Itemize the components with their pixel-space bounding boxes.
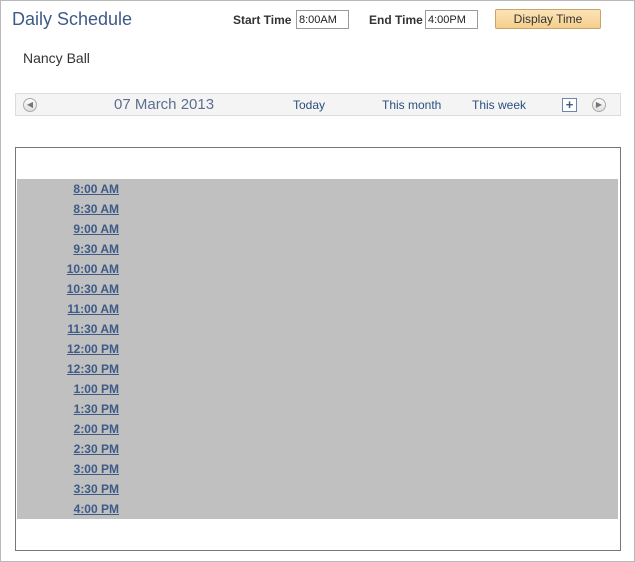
time-slot-link[interactable]: 8:30 AM xyxy=(73,202,119,216)
time-slot-row: 1:30 PM xyxy=(17,399,119,419)
time-slot-row: 9:00 AM xyxy=(17,219,119,239)
page-frame: Daily Schedule Start Time End Time Displ… xyxy=(0,0,635,562)
start-time-label: Start Time xyxy=(233,13,292,27)
time-slot-row: 10:30 AM xyxy=(17,279,119,299)
time-slot-link[interactable]: 2:30 PM xyxy=(74,442,119,456)
time-slot-link[interactable]: 4:00 PM xyxy=(74,502,119,516)
time-slot-row: 12:00 PM xyxy=(17,339,119,359)
today-link[interactable]: Today xyxy=(293,98,325,112)
time-slot-link[interactable]: 9:00 AM xyxy=(73,222,119,236)
time-slot-link[interactable]: 11:00 AM xyxy=(67,302,119,316)
time-slot-row: 2:30 PM xyxy=(17,439,119,459)
display-time-button[interactable]: Display Time xyxy=(495,9,601,29)
end-time-label: End Time xyxy=(369,13,423,27)
time-slot-link[interactable]: 9:30 AM xyxy=(73,242,119,256)
time-slot-link[interactable]: 3:30 PM xyxy=(74,482,119,496)
this-week-link[interactable]: This week xyxy=(472,98,526,112)
time-slot-row: 11:30 AM xyxy=(17,319,119,339)
time-slot-row: 11:00 AM xyxy=(17,299,119,319)
time-slot-row: 3:30 PM xyxy=(17,479,119,499)
time-slot-link[interactable]: 12:00 PM xyxy=(67,342,119,356)
time-slot-row: 8:30 AM xyxy=(17,199,119,219)
time-slot-row: 9:30 AM xyxy=(17,239,119,259)
schedule-timeslots: 8:00 AM 8:30 AM 9:00 AM 9:30 AM 10:00 AM 10:3… xyxy=(17,179,618,519)
current-date: 07 March 2013 xyxy=(114,96,215,113)
time-slot-link[interactable]: 10:00 AM xyxy=(67,262,119,276)
time-slot-row: 8:00 AM xyxy=(17,179,119,199)
chevron-left-icon[interactable]: ◀ xyxy=(23,98,37,112)
time-slot-link[interactable]: 1:00 PM xyxy=(74,382,119,396)
time-slot-row: 10:00 AM xyxy=(17,259,119,279)
time-slot-link[interactable]: 3:00 PM xyxy=(74,462,119,476)
time-slot-row: 3:00 PM xyxy=(17,459,119,479)
person-name: Nancy Ball xyxy=(23,50,90,66)
time-slot-row: 2:00 PM xyxy=(17,419,119,439)
time-slot-link[interactable]: 11:30 AM xyxy=(67,322,119,336)
time-slot-link[interactable]: 1:30 PM xyxy=(74,402,119,416)
page-title: Daily Schedule xyxy=(12,9,133,29)
date-navigation-bar: ◀ 07 March 2013 Today This month This we… xyxy=(15,93,621,116)
time-slot-row: 1:00 PM xyxy=(17,379,119,399)
time-slot-row: 4:00 PM xyxy=(17,499,119,519)
time-slot-row: 12:30 PM xyxy=(17,359,119,379)
chevron-right-icon[interactable]: ▶ xyxy=(592,98,606,112)
this-month-link[interactable]: This month xyxy=(382,98,441,112)
end-time-input[interactable] xyxy=(425,10,478,29)
time-slot-link[interactable]: 12:30 PM xyxy=(67,362,119,376)
time-slot-link[interactable]: 2:00 PM xyxy=(74,422,119,436)
time-slot-link[interactable]: 8:00 AM xyxy=(73,182,119,196)
schedule-box: 8:00 AM 8:30 AM 9:00 AM 9:30 AM 10:00 AM 10:3… xyxy=(15,147,621,551)
start-time-input[interactable] xyxy=(296,10,349,29)
time-slot-link[interactable]: 10:30 AM xyxy=(67,282,119,296)
plus-icon[interactable]: + xyxy=(562,98,577,112)
